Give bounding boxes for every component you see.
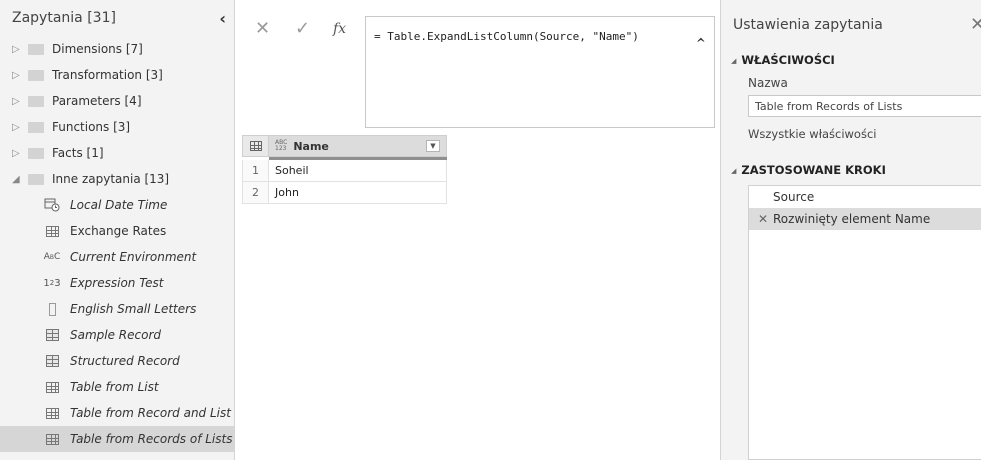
expand-arrow-icon[interactable]: ▷ bbox=[12, 96, 24, 107]
commit-check-icon[interactable]: ✓ bbox=[295, 18, 310, 39]
applied-steps-list: Source ✕ Rozwinięty element Name bbox=[748, 185, 981, 460]
group-label: Transformation [3] bbox=[52, 68, 163, 82]
folder-icon bbox=[28, 43, 44, 55]
formula-input[interactable]: = Table.ExpandListColumn(Source, "Name")… bbox=[365, 16, 715, 128]
query-label: Table from Record and List bbox=[70, 406, 231, 420]
query-tree: ▷ Dimensions [7] ▷ Transformation [3] ▷ … bbox=[0, 36, 234, 452]
grid-header-row: ABC 123 Name ▼ bbox=[242, 135, 447, 157]
row-number: 2 bbox=[242, 182, 269, 204]
query-label: Expression Test bbox=[70, 276, 164, 290]
column-quality-bar bbox=[269, 157, 447, 160]
query-current-environment[interactable]: ABC Current Environment bbox=[0, 244, 234, 270]
name-label: Nazwa bbox=[748, 76, 788, 90]
query-table-from-list[interactable]: Table from List bbox=[0, 374, 234, 400]
cell-name[interactable]: John bbox=[269, 182, 447, 204]
query-exchange-rates[interactable]: Exchange Rates bbox=[0, 218, 234, 244]
cell-name[interactable]: Soheil bbox=[269, 160, 447, 182]
table-icon bbox=[249, 141, 262, 151]
formula-text: = Table.ExpandListColumn(Source, "Name") bbox=[374, 30, 639, 43]
queries-pane: Zapytania [31] ‹ ▷ Dimensions [7] ▷ Tran… bbox=[0, 0, 235, 460]
record-icon bbox=[44, 328, 60, 342]
query-label: Structured Record bbox=[70, 354, 180, 368]
table-icon bbox=[44, 224, 60, 238]
formula-bar: ✕ ✓ fx = Table.ExpandListColumn(Source, … bbox=[235, 8, 719, 128]
query-label: Exchange Rates bbox=[70, 224, 167, 238]
query-settings-pane: Ustawienia zapytania ✕ ◢ WŁAŚCIWOŚCI Nazw… bbox=[720, 0, 981, 460]
query-label: Local Date Time bbox=[70, 198, 168, 212]
folder-icon bbox=[28, 121, 44, 133]
number-type-icon: 123 bbox=[43, 277, 61, 289]
group-label: Inne zapytania [13] bbox=[52, 172, 170, 186]
query-table-from-record-and-list[interactable]: Table from Record and List bbox=[0, 400, 234, 426]
delete-step-icon[interactable]: ✕ bbox=[758, 212, 768, 226]
record-icon bbox=[44, 354, 60, 368]
expand-arrow-icon[interactable]: ▷ bbox=[12, 148, 24, 159]
table-menu-button[interactable] bbox=[242, 135, 269, 157]
fx-icon[interactable]: fx bbox=[333, 21, 346, 37]
expand-arrow-icon[interactable]: ▷ bbox=[12, 122, 24, 133]
query-label: English Small Letters bbox=[70, 302, 197, 316]
main-area: ✕ ✓ fx = Table.ExpandListColumn(Source, … bbox=[235, 0, 719, 460]
group-inne-zapytania[interactable]: ◢ Inne zapytania [13] bbox=[0, 166, 234, 192]
row-number: 1 bbox=[242, 160, 269, 182]
step-expanded-name[interactable]: ✕ Rozwinięty element Name bbox=[749, 208, 981, 230]
collapse-triangle-icon: ◢ bbox=[731, 56, 737, 65]
group-facts[interactable]: ▷ Facts [1] bbox=[0, 140, 234, 166]
group-label: Functions [3] bbox=[52, 120, 131, 134]
group-label: Parameters [4] bbox=[52, 94, 142, 108]
group-label: Dimensions [7] bbox=[52, 42, 143, 56]
table-row: 2 John bbox=[242, 182, 447, 204]
cancel-icon[interactable]: ✕ bbox=[255, 18, 270, 39]
query-expression-test[interactable]: 123 Expression Test bbox=[0, 270, 234, 296]
folder-icon bbox=[28, 173, 44, 185]
query-label: Table from List bbox=[70, 380, 159, 394]
query-english-small-letters[interactable]: English Small Letters bbox=[0, 296, 234, 322]
step-label: Source bbox=[773, 190, 815, 204]
collapse-arrow-icon[interactable]: ◢ bbox=[12, 174, 24, 185]
grid-body: 1 Soheil 2 John bbox=[242, 160, 447, 204]
queries-pane-title: Zapytania [31] bbox=[12, 10, 116, 26]
expand-arrow-icon[interactable]: ▷ bbox=[12, 70, 24, 81]
group-functions[interactable]: ▷ Functions [3] bbox=[0, 114, 234, 140]
folder-icon bbox=[28, 69, 44, 81]
data-grid: ABC 123 Name ▼ 1 Soheil 2 John bbox=[242, 135, 447, 204]
group-dimensions[interactable]: ▷ Dimensions [7] bbox=[0, 36, 234, 62]
table-icon bbox=[44, 380, 60, 394]
collapse-triangle-icon: ◢ bbox=[731, 166, 737, 175]
settings-title: Ustawienia zapytania bbox=[733, 17, 883, 33]
close-icon[interactable]: ✕ bbox=[970, 14, 981, 35]
query-label: Current Environment bbox=[70, 250, 197, 264]
all-properties-link[interactable]: Wszystkie właściwości bbox=[748, 127, 876, 141]
any-type-icon[interactable]: ABC 123 bbox=[275, 140, 287, 152]
query-name-input[interactable] bbox=[748, 95, 981, 117]
text-type-icon: ABC bbox=[43, 252, 61, 262]
folder-icon bbox=[28, 147, 44, 159]
list-icon bbox=[44, 302, 60, 316]
table-row: 1 Soheil bbox=[242, 160, 447, 182]
query-label: Sample Record bbox=[70, 328, 162, 342]
group-transformation[interactable]: ▷ Transformation [3] bbox=[0, 62, 234, 88]
table-icon bbox=[44, 406, 60, 420]
datetime-icon bbox=[44, 198, 60, 212]
query-structured-record[interactable]: Structured Record bbox=[0, 348, 234, 374]
group-parameters[interactable]: ▷ Parameters [4] bbox=[0, 88, 234, 114]
column-header-name[interactable]: ABC 123 Name ▼ bbox=[269, 135, 447, 157]
step-label: Rozwinięty element Name bbox=[773, 212, 931, 226]
chevron-up-icon[interactable]: ‸ bbox=[696, 26, 706, 42]
query-table-from-records-of-lists[interactable]: Table from Records of Lists bbox=[0, 426, 234, 452]
table-icon bbox=[44, 432, 60, 446]
query-local-date-time[interactable]: Local Date Time bbox=[0, 192, 234, 218]
query-sample-record[interactable]: Sample Record bbox=[0, 322, 234, 348]
folder-icon bbox=[28, 95, 44, 107]
expand-arrow-icon[interactable]: ▷ bbox=[12, 44, 24, 55]
applied-steps-section-header[interactable]: ◢ ZASTOSOWANE KROKI bbox=[731, 163, 886, 177]
column-header-label: Name bbox=[293, 139, 329, 153]
query-label: Table from Records of Lists bbox=[70, 432, 233, 446]
queries-pane-header: Zapytania [31] ‹ bbox=[0, 0, 234, 36]
properties-section-header[interactable]: ◢ WŁAŚCIWOŚCI bbox=[731, 53, 835, 67]
group-label: Facts [1] bbox=[52, 146, 104, 160]
step-source[interactable]: Source bbox=[749, 186, 981, 208]
chevron-left-icon[interactable]: ‹ bbox=[219, 9, 226, 28]
filter-dropdown-icon[interactable]: ▼ bbox=[426, 140, 440, 152]
